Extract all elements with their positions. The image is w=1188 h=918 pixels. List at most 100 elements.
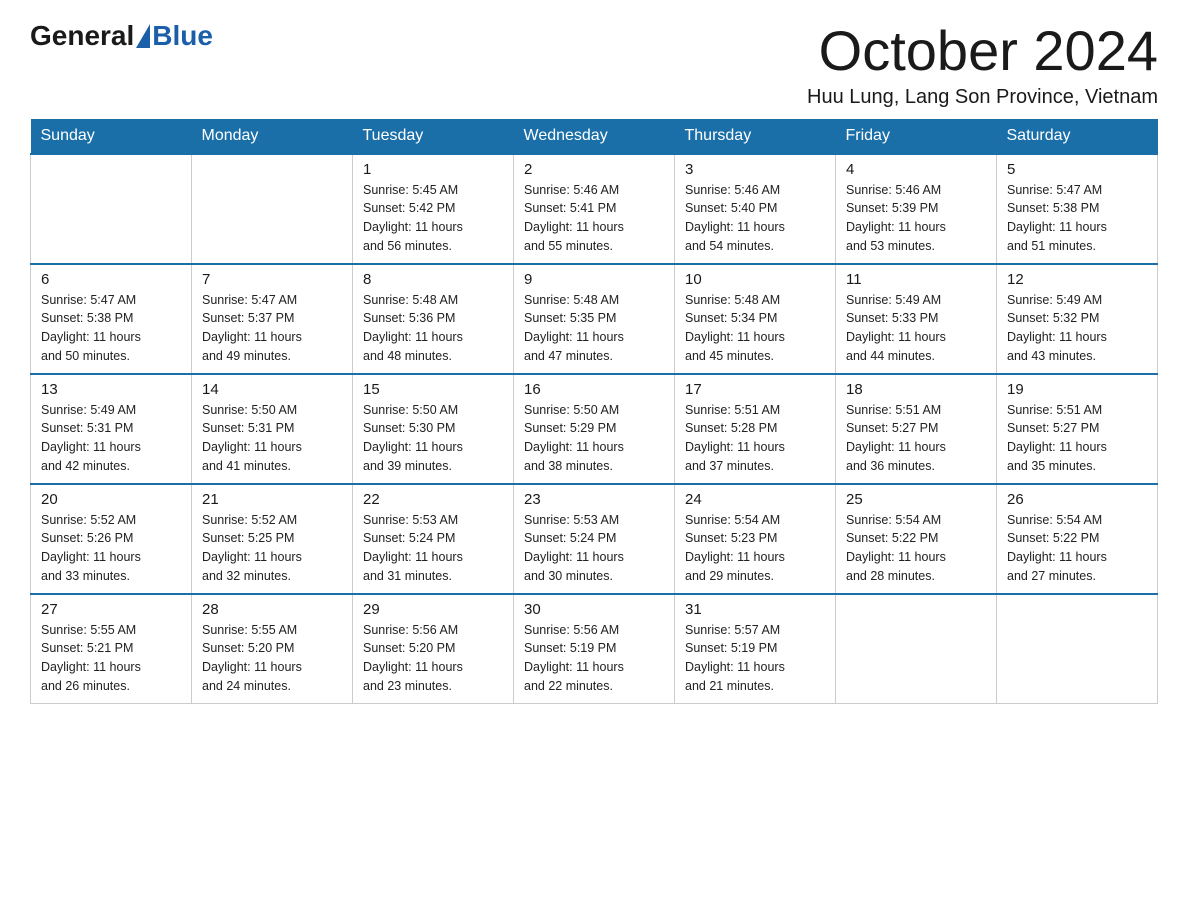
day-info: Sunrise: 5:48 AMSunset: 5:34 PMDaylight:…: [685, 291, 825, 366]
calendar-cell: 26 Sunrise: 5:54 AMSunset: 5:22 PMDayligh…: [997, 484, 1158, 594]
calendar-week-row: 27Sunrise: 5:55 AMSunset: 5:21 PMDayligh…: [31, 594, 1158, 704]
calendar-cell: [836, 594, 997, 704]
day-info: Sunrise: 5:52 AMSunset: 5:26 PMDaylight:…: [41, 511, 181, 586]
day-number: 23: [524, 491, 664, 508]
day-info: Sunrise: 5:50 AMSunset: 5:30 PMDaylight:…: [363, 401, 503, 476]
calendar-cell: 11 Sunrise: 5:49 AMSunset: 5:33 PMDayligh…: [836, 264, 997, 374]
day-info: Sunrise: 5:54 AMSunset: 5:22 PMDaylight:…: [846, 511, 986, 586]
calendar-table: SundayMondayTuesdayWednesdayThursdayFrid…: [30, 119, 1158, 705]
logo-triangle-icon: [136, 24, 150, 48]
day-info: Sunrise: 5:46 AMSunset: 5:40 PMDaylight:…: [685, 181, 825, 256]
calendar-cell: 15 Sunrise: 5:50 AMSunset: 5:30 PMDayligh…: [353, 374, 514, 484]
calendar-cell: 14Sunrise: 5:50 AMSunset: 5:31 PMDayligh…: [192, 374, 353, 484]
day-info: Sunrise: 5:45 AMSunset: 5:42 PMDaylight:…: [363, 181, 503, 256]
calendar-cell: 20 Sunrise: 5:52 AMSunset: 5:26 PMDayligh…: [31, 484, 192, 594]
day-info: Sunrise: 5:54 AMSunset: 5:22 PMDaylight:…: [1007, 511, 1147, 586]
logo: General Blue: [30, 20, 213, 52]
day-number: 11: [846, 271, 986, 288]
day-number: 20: [41, 491, 181, 508]
calendar-cell: 13 Sunrise: 5:49 AMSunset: 5:31 PMDayligh…: [31, 374, 192, 484]
calendar-cell: 21Sunrise: 5:52 AMSunset: 5:25 PMDayligh…: [192, 484, 353, 594]
day-number: 26: [1007, 491, 1147, 508]
day-number: 14: [202, 381, 342, 398]
day-info: Sunrise: 5:46 AMSunset: 5:41 PMDaylight:…: [524, 181, 664, 256]
calendar-week-row: 6 Sunrise: 5:47 AMSunset: 5:38 PMDaylight…: [31, 264, 1158, 374]
day-info: Sunrise: 5:51 AMSunset: 5:28 PMDaylight:…: [685, 401, 825, 476]
day-number: 8: [363, 271, 503, 288]
day-number: 16: [524, 381, 664, 398]
calendar-cell: 5 Sunrise: 5:47 AMSunset: 5:38 PMDaylight…: [997, 154, 1158, 264]
calendar-header-friday: Friday: [836, 119, 997, 154]
day-info: Sunrise: 5:48 AMSunset: 5:36 PMDaylight:…: [363, 291, 503, 366]
calendar-header-thursday: Thursday: [675, 119, 836, 154]
calendar-header-wednesday: Wednesday: [514, 119, 675, 154]
day-info: Sunrise: 5:46 AMSunset: 5:39 PMDaylight:…: [846, 181, 986, 256]
day-number: 15: [363, 381, 503, 398]
calendar-cell: 12Sunrise: 5:49 AMSunset: 5:32 PMDayligh…: [997, 264, 1158, 374]
day-number: 6: [41, 271, 181, 288]
day-info: Sunrise: 5:50 AMSunset: 5:29 PMDaylight:…: [524, 401, 664, 476]
calendar-cell: 2 Sunrise: 5:46 AMSunset: 5:41 PMDaylight…: [514, 154, 675, 264]
day-info: Sunrise: 5:53 AMSunset: 5:24 PMDaylight:…: [363, 511, 503, 586]
calendar-cell: 29 Sunrise: 5:56 AMSunset: 5:20 PMDayligh…: [353, 594, 514, 704]
day-info: Sunrise: 5:51 AMSunset: 5:27 PMDaylight:…: [846, 401, 986, 476]
calendar-cell: 7 Sunrise: 5:47 AMSunset: 5:37 PMDaylight…: [192, 264, 353, 374]
month-title: October 2024: [807, 20, 1158, 82]
day-number: 10: [685, 271, 825, 288]
calendar-cell: 30 Sunrise: 5:56 AMSunset: 5:19 PMDayligh…: [514, 594, 675, 704]
calendar-header-saturday: Saturday: [997, 119, 1158, 154]
day-info: Sunrise: 5:47 AMSunset: 5:37 PMDaylight:…: [202, 291, 342, 366]
day-info: Sunrise: 5:53 AMSunset: 5:24 PMDaylight:…: [524, 511, 664, 586]
day-info: Sunrise: 5:48 AMSunset: 5:35 PMDaylight:…: [524, 291, 664, 366]
calendar-cell: 27Sunrise: 5:55 AMSunset: 5:21 PMDayligh…: [31, 594, 192, 704]
calendar-cell: 9Sunrise: 5:48 AMSunset: 5:35 PMDaylight…: [514, 264, 675, 374]
day-info: Sunrise: 5:52 AMSunset: 5:25 PMDaylight:…: [202, 511, 342, 586]
day-number: 22: [363, 491, 503, 508]
calendar-cell: 8 Sunrise: 5:48 AMSunset: 5:36 PMDaylight…: [353, 264, 514, 374]
day-info: Sunrise: 5:49 AMSunset: 5:33 PMDaylight:…: [846, 291, 986, 366]
calendar-cell: 24 Sunrise: 5:54 AMSunset: 5:23 PMDayligh…: [675, 484, 836, 594]
calendar-header-monday: Monday: [192, 119, 353, 154]
calendar-cell: 1 Sunrise: 5:45 AMSunset: 5:42 PMDaylight…: [353, 154, 514, 264]
day-number: 24: [685, 491, 825, 508]
day-info: Sunrise: 5:54 AMSunset: 5:23 PMDaylight:…: [685, 511, 825, 586]
day-number: 29: [363, 601, 503, 618]
day-number: 12: [1007, 271, 1147, 288]
day-number: 17: [685, 381, 825, 398]
calendar-cell: 18Sunrise: 5:51 AMSunset: 5:27 PMDayligh…: [836, 374, 997, 484]
day-number: 7: [202, 271, 342, 288]
calendar-cell: 28Sunrise: 5:55 AMSunset: 5:20 PMDayligh…: [192, 594, 353, 704]
calendar-cell: 4Sunrise: 5:46 AMSunset: 5:39 PMDaylight…: [836, 154, 997, 264]
location-title: Huu Lung, Lang Son Province, Vietnam: [807, 86, 1158, 109]
calendar-cell: [192, 154, 353, 264]
day-info: Sunrise: 5:51 AMSunset: 5:27 PMDaylight:…: [1007, 401, 1147, 476]
calendar-cell: [31, 154, 192, 264]
day-info: Sunrise: 5:55 AMSunset: 5:21 PMDaylight:…: [41, 621, 181, 696]
calendar-cell: 23 Sunrise: 5:53 AMSunset: 5:24 PMDayligh…: [514, 484, 675, 594]
calendar-week-row: 13 Sunrise: 5:49 AMSunset: 5:31 PMDayligh…: [31, 374, 1158, 484]
day-number: 25: [846, 491, 986, 508]
header: General Blue October 2024 Huu Lung, Lang…: [30, 20, 1158, 109]
logo-blue-text: Blue: [152, 20, 213, 52]
calendar-header-sunday: Sunday: [31, 119, 192, 154]
calendar-header-row: SundayMondayTuesdayWednesdayThursdayFrid…: [31, 119, 1158, 154]
logo-general-text: General: [30, 20, 134, 52]
day-info: Sunrise: 5:56 AMSunset: 5:19 PMDaylight:…: [524, 621, 664, 696]
day-info: Sunrise: 5:47 AMSunset: 5:38 PMDaylight:…: [1007, 181, 1147, 256]
day-info: Sunrise: 5:49 AMSunset: 5:31 PMDaylight:…: [41, 401, 181, 476]
day-info: Sunrise: 5:47 AMSunset: 5:38 PMDaylight:…: [41, 291, 181, 366]
day-info: Sunrise: 5:57 AMSunset: 5:19 PMDaylight:…: [685, 621, 825, 696]
day-number: 5: [1007, 161, 1147, 178]
day-number: 1: [363, 161, 503, 178]
calendar-header-tuesday: Tuesday: [353, 119, 514, 154]
calendar-cell: 31Sunrise: 5:57 AMSunset: 5:19 PMDayligh…: [675, 594, 836, 704]
day-info: Sunrise: 5:56 AMSunset: 5:20 PMDaylight:…: [363, 621, 503, 696]
day-number: 30: [524, 601, 664, 618]
day-number: 2: [524, 161, 664, 178]
calendar-cell: 16 Sunrise: 5:50 AMSunset: 5:29 PMDayligh…: [514, 374, 675, 484]
calendar-cell: 22 Sunrise: 5:53 AMSunset: 5:24 PMDayligh…: [353, 484, 514, 594]
day-number: 13: [41, 381, 181, 398]
day-info: Sunrise: 5:55 AMSunset: 5:20 PMDaylight:…: [202, 621, 342, 696]
calendar-cell: [997, 594, 1158, 704]
calendar-cell: 10 Sunrise: 5:48 AMSunset: 5:34 PMDayligh…: [675, 264, 836, 374]
